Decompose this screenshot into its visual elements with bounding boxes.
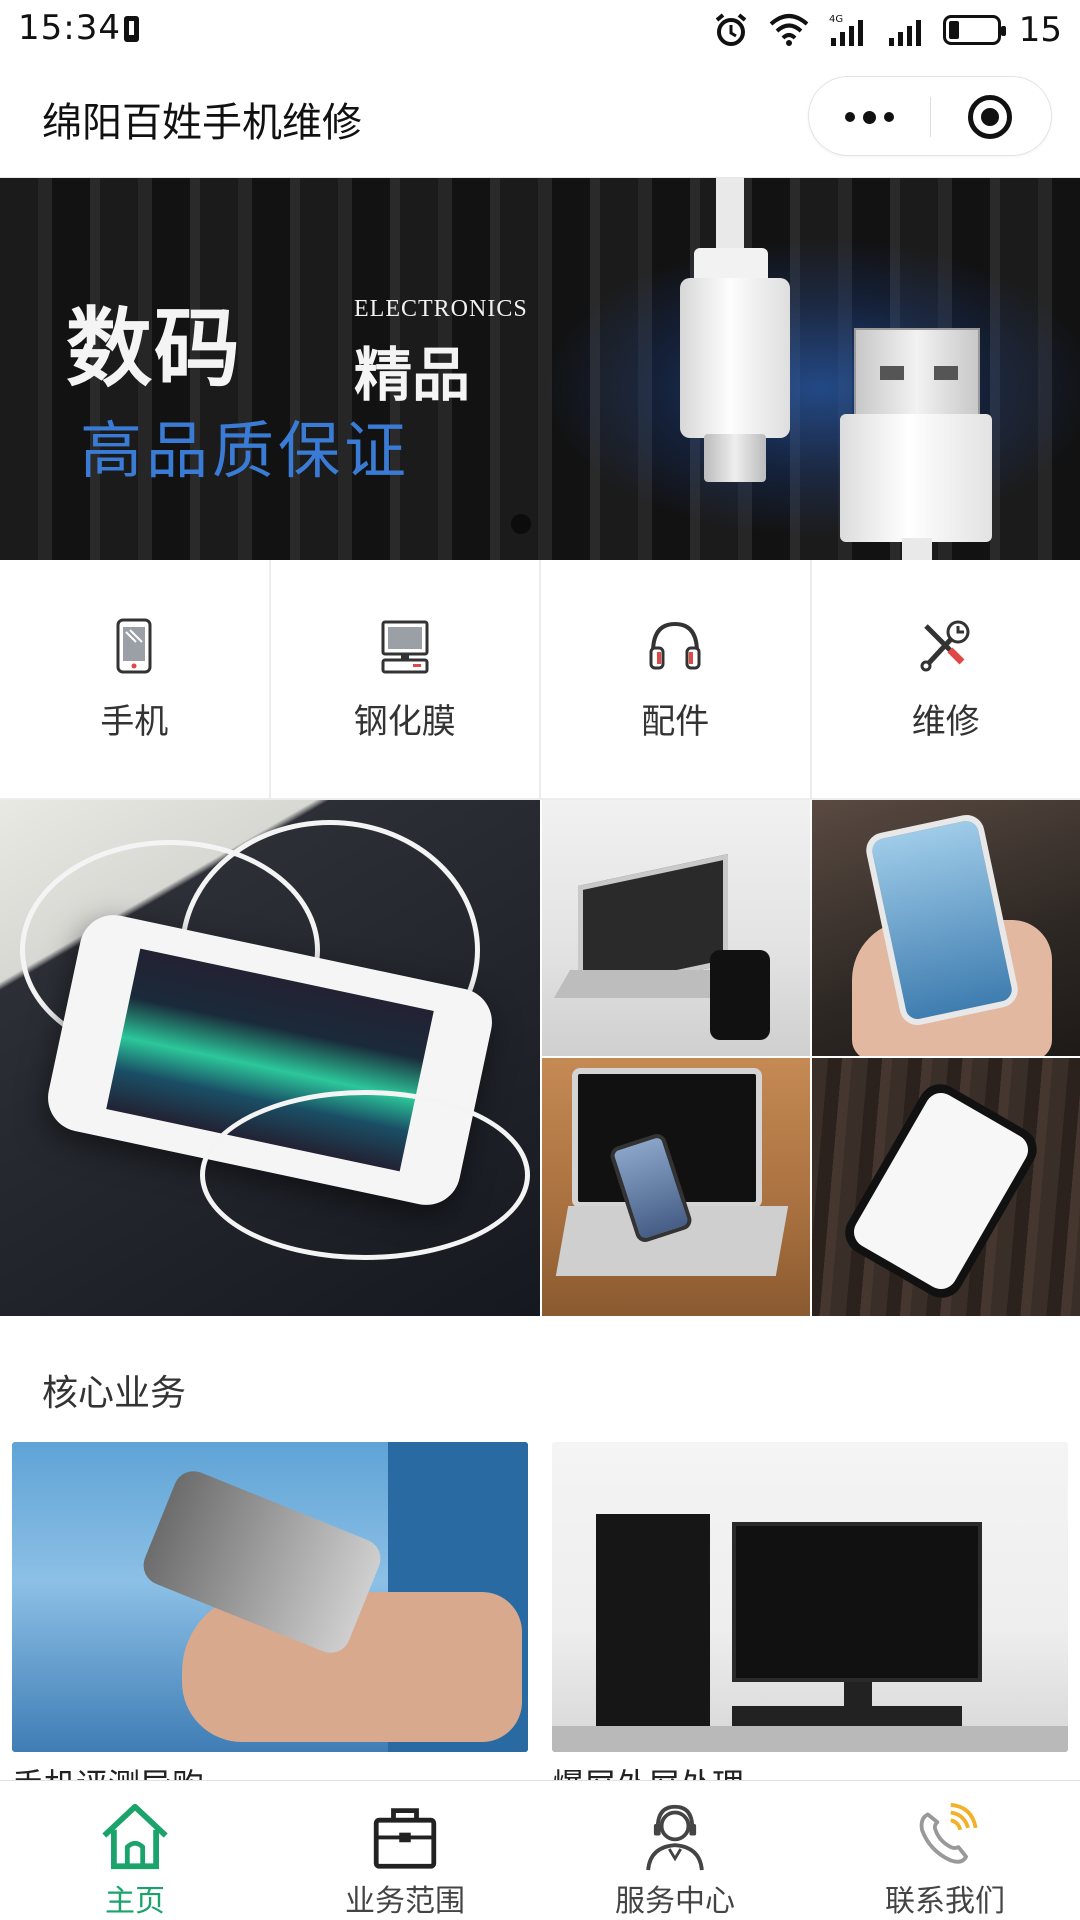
category-label: 配件 [641,701,710,742]
business-card[interactable]: 手机评测导购 [12,1442,528,1782]
photo-mosaic [0,800,1080,1316]
phone-call-icon [919,1802,978,1864]
battery-saver-icon [124,16,139,42]
category-accessories[interactable]: 配件 [541,560,812,800]
status-bar: 15:34 4G 15 [0,0,1080,60]
tab-service-center[interactable]: 服务中心 [540,1781,810,1920]
more-dots-icon[interactable] [809,77,930,157]
category-phone[interactable]: 手机 [0,560,271,800]
core-business-list: 手机评测导购 爆屏外屏处理 [0,1442,1080,1782]
usb-cable-image [840,328,1000,560]
page-title: 绵阳百姓手机维修 [42,100,362,146]
wifi-icon [769,14,809,46]
home-icon [102,1803,168,1870]
target-close-icon[interactable] [929,77,1051,157]
banner-title: 数码 [66,298,242,399]
tab-home[interactable]: 主页 [0,1781,270,1920]
banner-english: ELECTRONICS [354,296,528,322]
signal-4g-icon: 4G [829,14,863,46]
computer-icon [381,620,429,673]
headphones-icon [649,621,701,669]
svg-text:4G: 4G [829,14,843,25]
laptop-phone-photo[interactable] [542,1058,810,1316]
hero-banner[interactable]: 数码 ELECTRONICS 精品 高品质保证 [0,178,1080,560]
title-bar: 绵阳百姓手机维修 [0,60,1080,178]
tab-label: 服务中心 [615,1884,735,1919]
card-label: 爆屏外屏处理 [552,1760,1068,1782]
card-label: 手机评测导购 [12,1760,528,1782]
tab-business-scope[interactable]: 业务范围 [270,1781,540,1920]
category-label: 维修 [911,701,980,742]
category-repair[interactable]: 维修 [811,560,1080,800]
lightning-cable-image [670,178,800,560]
business-card[interactable]: 爆屏外屏处理 [552,1442,1068,1782]
category-label: 手机 [100,701,169,742]
alarm-icon [715,13,747,46]
carousel-indicator[interactable] [511,514,531,534]
briefcase-icon [373,1808,437,1869]
tab-label: 主页 [105,1884,165,1919]
phone-icon [116,618,152,673]
phone-earphones-photo[interactable] [0,800,540,1316]
battery-level: 15 [1018,10,1062,50]
section-title: 核心业务 [42,1373,187,1414]
card-image [12,1442,528,1752]
status-icons: 4G 15 [711,8,1062,52]
tab-contact-us[interactable]: 联系我们 [810,1781,1080,1920]
bottom-tab-bar: 主页 业务范围 服务中心 联系我们 [0,1780,1080,1920]
tab-label: 业务范围 [345,1884,465,1919]
tab-label: 联系我们 [885,1884,1005,1919]
category-label: 钢化膜 [353,701,456,742]
tools-icon [920,620,970,671]
status-time: 15:34 [18,8,121,48]
laptop-desk-photo[interactable] [542,800,810,1056]
mini-program-capsule [808,76,1052,156]
hand-iphone-photo[interactable] [812,800,1080,1056]
battery-icon [942,15,1006,45]
signal-icon [888,20,921,46]
card-image [552,1442,1068,1752]
iphone-wood-photo[interactable] [812,1058,1080,1316]
category-grid: 手机 钢化膜 配件 维修 [0,560,1080,800]
support-agent-icon [646,1804,704,1871]
banner-subtitle: 高品质保证 [80,414,411,487]
category-screen-protector[interactable]: 钢化膜 [270,560,541,800]
